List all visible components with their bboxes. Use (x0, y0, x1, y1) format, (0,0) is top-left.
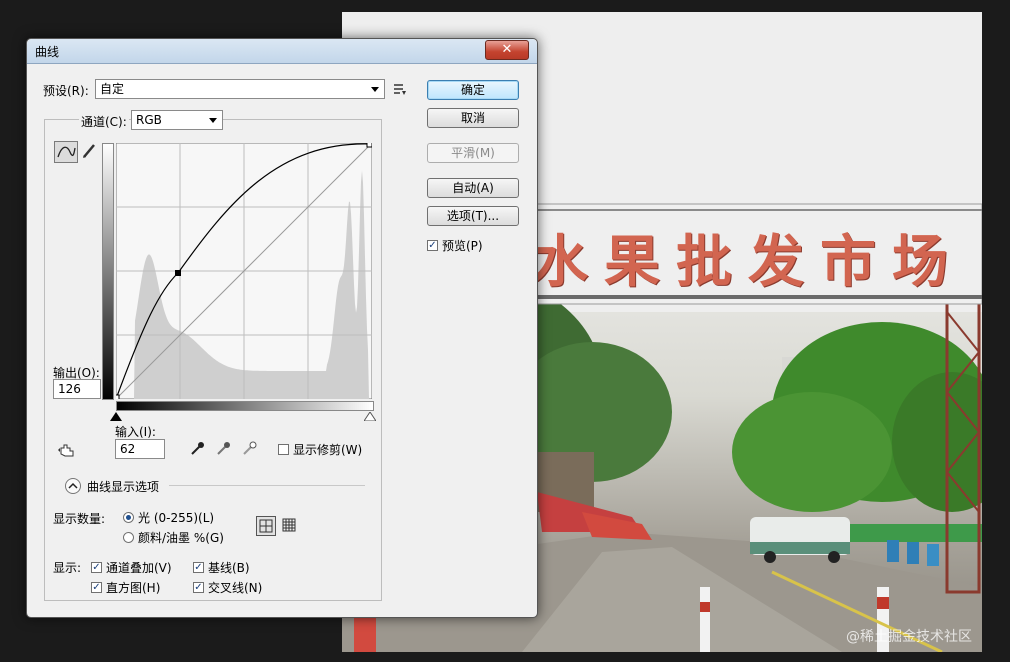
dialog-titlebar[interactable]: 曲线 ✕ (27, 39, 537, 64)
watermark: @稀土掘金技术社区 (846, 629, 972, 645)
chevron-down-icon (371, 87, 379, 92)
light-radio[interactable] (123, 512, 134, 523)
black-point-eyedropper-icon[interactable] (189, 441, 205, 457)
curves-dialog: 曲线 ✕ 预设(R): 自定 确定 取消 平滑(M) 自动(A) 选项(T)..… (26, 38, 538, 618)
curve-graph[interactable] (113, 141, 373, 402)
pigment-label: 颜料/油墨 %(G) (138, 531, 224, 545)
baseline-label: 基线(B) (208, 561, 250, 575)
chevron-down-icon (209, 118, 217, 123)
input-gradient-bar (116, 401, 374, 411)
gray-point-eyedropper-icon[interactable] (215, 441, 231, 457)
preset-value: 自定 (100, 82, 125, 96)
show-clipping-checkbox[interactable] (278, 444, 289, 455)
dialog-title: 曲线 (35, 45, 60, 59)
auto-button[interactable]: 自动(A) (427, 178, 519, 198)
preset-menu-icon[interactable] (393, 82, 407, 96)
white-point-eyedropper-icon[interactable] (241, 441, 257, 457)
histogram-checkbox[interactable]: ✓ (91, 582, 102, 593)
market-sign-text: 水果批发市场 (532, 229, 964, 295)
preset-select[interactable]: 自定 (95, 79, 385, 99)
curve-endpoint-white[interactable] (366, 141, 373, 148)
close-button[interactable]: ✕ (485, 40, 529, 60)
smooth-button[interactable]: 平滑(M) (427, 143, 519, 163)
preview-label: 预览(P) (442, 239, 483, 253)
channel-overlay-checkbox[interactable]: ✓ (91, 562, 102, 573)
intersection-label: 交叉线(N) (208, 581, 263, 595)
ok-button[interactable]: 确定 (427, 80, 519, 100)
show-label: 显示: (53, 561, 82, 575)
black-point-slider[interactable] (110, 410, 122, 421)
pigment-radio[interactable] (123, 532, 134, 543)
output-gradient-bar (102, 143, 114, 400)
curve-options-label: 曲线显示选项 (87, 480, 160, 494)
pencil-icon[interactable] (81, 142, 97, 160)
histogram-label: 直方图(H) (106, 581, 161, 595)
curve-endpoint-black[interactable] (113, 394, 120, 401)
channel-label: 通道(C): (79, 113, 129, 130)
chevron-up-icon[interactable] (65, 478, 81, 494)
intersection-checkbox[interactable]: ✓ (193, 582, 204, 593)
show-amount-label: 显示数量: (53, 512, 106, 526)
preview-checkbox[interactable]: ✓ (427, 240, 438, 251)
baseline-checkbox[interactable]: ✓ (193, 562, 204, 573)
curve-tool-icon[interactable] (54, 141, 78, 163)
curve-control-point[interactable] (175, 270, 181, 276)
grid-10x10-icon[interactable] (281, 517, 297, 533)
output-field[interactable]: 126 (53, 379, 101, 399)
show-clipping-label: 显示修剪(W) (293, 443, 363, 457)
cancel-button[interactable]: 取消 (427, 108, 519, 128)
input-field[interactable]: 62 (115, 439, 165, 459)
preset-label: 预设(R): (43, 84, 89, 98)
targeted-adjust-icon[interactable] (57, 442, 77, 460)
channel-value: RGB (136, 113, 162, 127)
light-label: 光 (0-255)(L) (138, 511, 215, 525)
input-label: 输入(I): (115, 425, 156, 439)
divider (169, 485, 365, 486)
channel-select[interactable]: RGB (131, 110, 223, 130)
white-point-slider[interactable] (363, 410, 377, 422)
grid-4x4-icon[interactable] (256, 516, 276, 536)
channel-overlay-label: 通道叠加(V) (106, 561, 172, 575)
curve-graph-svg[interactable] (113, 141, 373, 401)
options-button[interactable]: 选项(T)... (427, 206, 519, 226)
